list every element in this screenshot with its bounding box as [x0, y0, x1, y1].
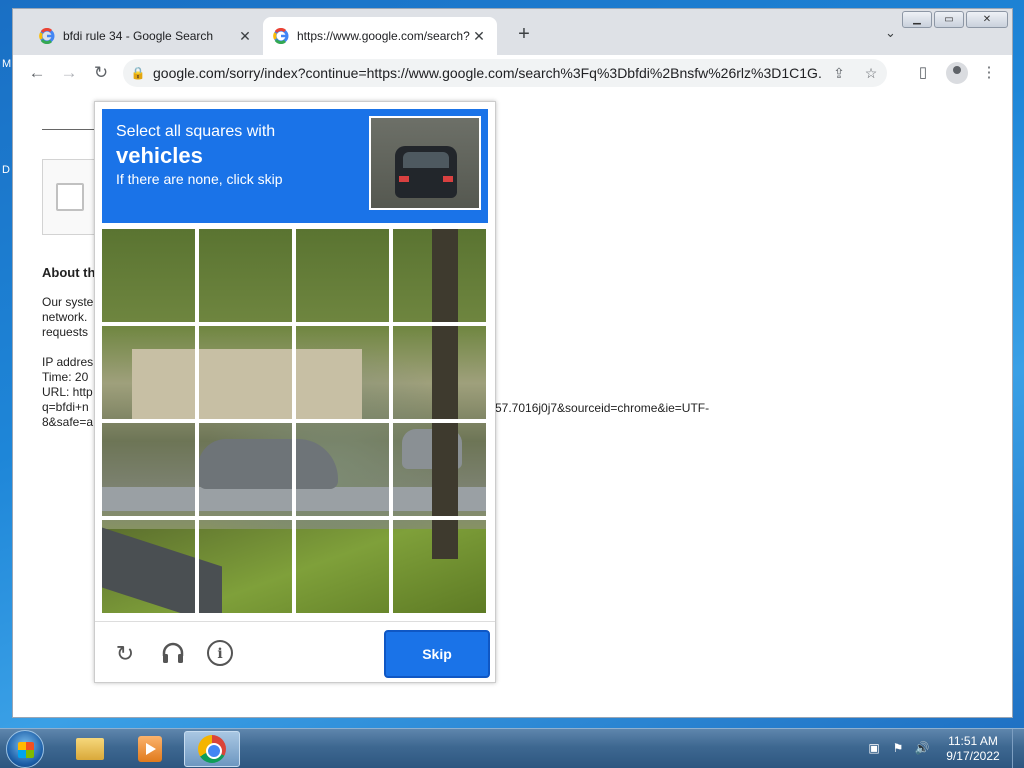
grid-tile[interactable] — [391, 518, 488, 615]
sample-vehicle-image — [369, 116, 481, 210]
windows-logo-icon — [18, 742, 34, 758]
info-icon[interactable]: i — [207, 640, 233, 666]
tab-close-icon[interactable]: ✕ — [237, 28, 253, 45]
tab-title: bfdi rule 34 - Google Search — [63, 29, 214, 43]
tail-light — [443, 176, 453, 182]
browser-window: bfdi rule 34 - Google Search ✕ https://w… — [12, 8, 1013, 718]
lock-icon[interactable]: 🔒 — [123, 66, 153, 80]
close-window-button[interactable]: ✕ — [966, 11, 1008, 28]
grid-tile[interactable] — [197, 421, 294, 518]
clock-date: 9/17/2022 — [946, 749, 1000, 763]
skip-button[interactable]: Skip — [384, 630, 490, 678]
action-center-flag-icon[interactable]: ⚑ — [890, 741, 906, 757]
request-details: IP addres Time: 20 URL: http q=bfdi+n 8&… — [42, 355, 93, 430]
window-controls: ▁ ▭ ✕ — [902, 11, 1008, 28]
tab-strip: bfdi rule 34 - Google Search ✕ https://w… — [13, 9, 1012, 55]
profile-avatar-icon[interactable] — [946, 62, 968, 84]
share-icon[interactable]: ⇪ — [823, 65, 855, 82]
desktop-icon-label: D — [2, 164, 10, 176]
text-line: network. — [42, 310, 88, 324]
tab-title: https://www.google.com/search? — [297, 29, 470, 43]
challenge-footer: ↻ i Skip — [95, 621, 495, 684]
taskbar-chrome[interactable] — [184, 731, 240, 767]
grid-tile[interactable] — [294, 518, 391, 615]
volume-icon[interactable]: 🔊 — [914, 741, 930, 757]
grid-tile[interactable] — [391, 421, 488, 518]
grid-tile[interactable] — [197, 229, 294, 324]
grid-tile[interactable] — [294, 229, 391, 324]
url-tail-text: 57.7016j0j7&sourceid=chrome&ie=UTF- — [495, 401, 710, 415]
tab-google-search[interactable]: bfdi rule 34 - Google Search ✕ — [29, 17, 263, 55]
challenge-header: Select all squares with vehicles If ther… — [102, 109, 488, 223]
grid-tile[interactable] — [102, 324, 197, 421]
start-button[interactable] — [6, 730, 44, 768]
tab-search-chevron-icon[interactable]: ⌄ — [885, 25, 896, 41]
text-line: 8&safe=a — [42, 415, 94, 429]
back-button[interactable]: ← — [25, 61, 49, 85]
side-panel-icon[interactable]: ▯ — [911, 61, 935, 85]
text-line: Our syste — [42, 295, 94, 309]
text-line: q=bfdi+n — [42, 400, 89, 414]
grid-tile[interactable] — [102, 518, 197, 615]
text-line: requests — [42, 325, 89, 339]
forward-button[interactable]: → — [57, 61, 81, 85]
grid-tile[interactable] — [102, 229, 197, 324]
minimize-button[interactable]: ▁ — [902, 11, 932, 28]
grid-tile[interactable] — [102, 421, 197, 518]
taskbar-explorer[interactable] — [62, 731, 118, 767]
text-line: URL: http — [42, 385, 93, 399]
audio-challenge-icon[interactable] — [159, 640, 187, 668]
grid-tile[interactable] — [197, 324, 294, 421]
explanation-text: Our syste network. requests — [42, 295, 93, 340]
folder-icon — [76, 738, 104, 760]
desktop-icon-label: M — [2, 58, 12, 70]
recaptcha-challenge: Select all squares with vehicles If ther… — [94, 101, 496, 683]
reload-button[interactable]: ↻ — [89, 61, 113, 85]
tab-close-icon[interactable]: ✕ — [471, 28, 487, 45]
tab-captcha-page[interactable]: https://www.google.com/search? ✕ — [263, 17, 497, 55]
recaptcha-checkbox[interactable] — [56, 183, 84, 211]
text-line: IP addres — [42, 355, 94, 369]
grid-tile[interactable] — [391, 229, 488, 324]
grid-tile[interactable] — [391, 324, 488, 421]
taskbar: ▣ ⚑ 🔊 11:51 AM 9/17/2022 — [0, 728, 1024, 768]
grid-tile[interactable] — [197, 518, 294, 615]
new-tab-button[interactable]: + — [513, 23, 535, 49]
bookmark-star-icon[interactable]: ☆ — [855, 65, 887, 82]
clock-time: 11:51 AM — [948, 734, 998, 748]
address-bar[interactable]: 🔒 google.com/sorry/index?continue=https:… — [123, 59, 887, 87]
grid-tile[interactable] — [294, 324, 391, 421]
tail-light — [399, 176, 409, 182]
browser-toolbar: ← → ↻ 🔒 google.com/sorry/index?continue=… — [13, 55, 1012, 91]
page-heading: About th — [42, 265, 96, 280]
page-content: About th Our syste network. requests IP … — [13, 91, 1012, 717]
media-player-icon — [138, 736, 162, 762]
challenge-image-grid — [102, 229, 488, 615]
system-clock[interactable]: 11:51 AM 9/17/2022 — [940, 734, 1006, 764]
car-shape — [395, 146, 457, 198]
google-favicon-icon — [273, 28, 289, 44]
divider — [42, 129, 102, 130]
grid-tile[interactable] — [294, 421, 391, 518]
chrome-icon — [198, 735, 226, 763]
maximize-button[interactable]: ▭ — [934, 11, 964, 28]
address-url[interactable]: google.com/sorry/index?continue=https://… — [153, 65, 823, 81]
network-icon[interactable]: ▣ — [866, 741, 882, 757]
google-favicon-icon — [39, 28, 55, 44]
show-desktop-button[interactable] — [1012, 729, 1024, 768]
menu-kebab-icon[interactable]: ⋮ — [977, 61, 1001, 85]
reload-challenge-icon[interactable]: ↻ — [111, 640, 139, 668]
taskbar-media-player[interactable] — [122, 731, 178, 767]
text-line: Time: 20 — [42, 370, 89, 384]
